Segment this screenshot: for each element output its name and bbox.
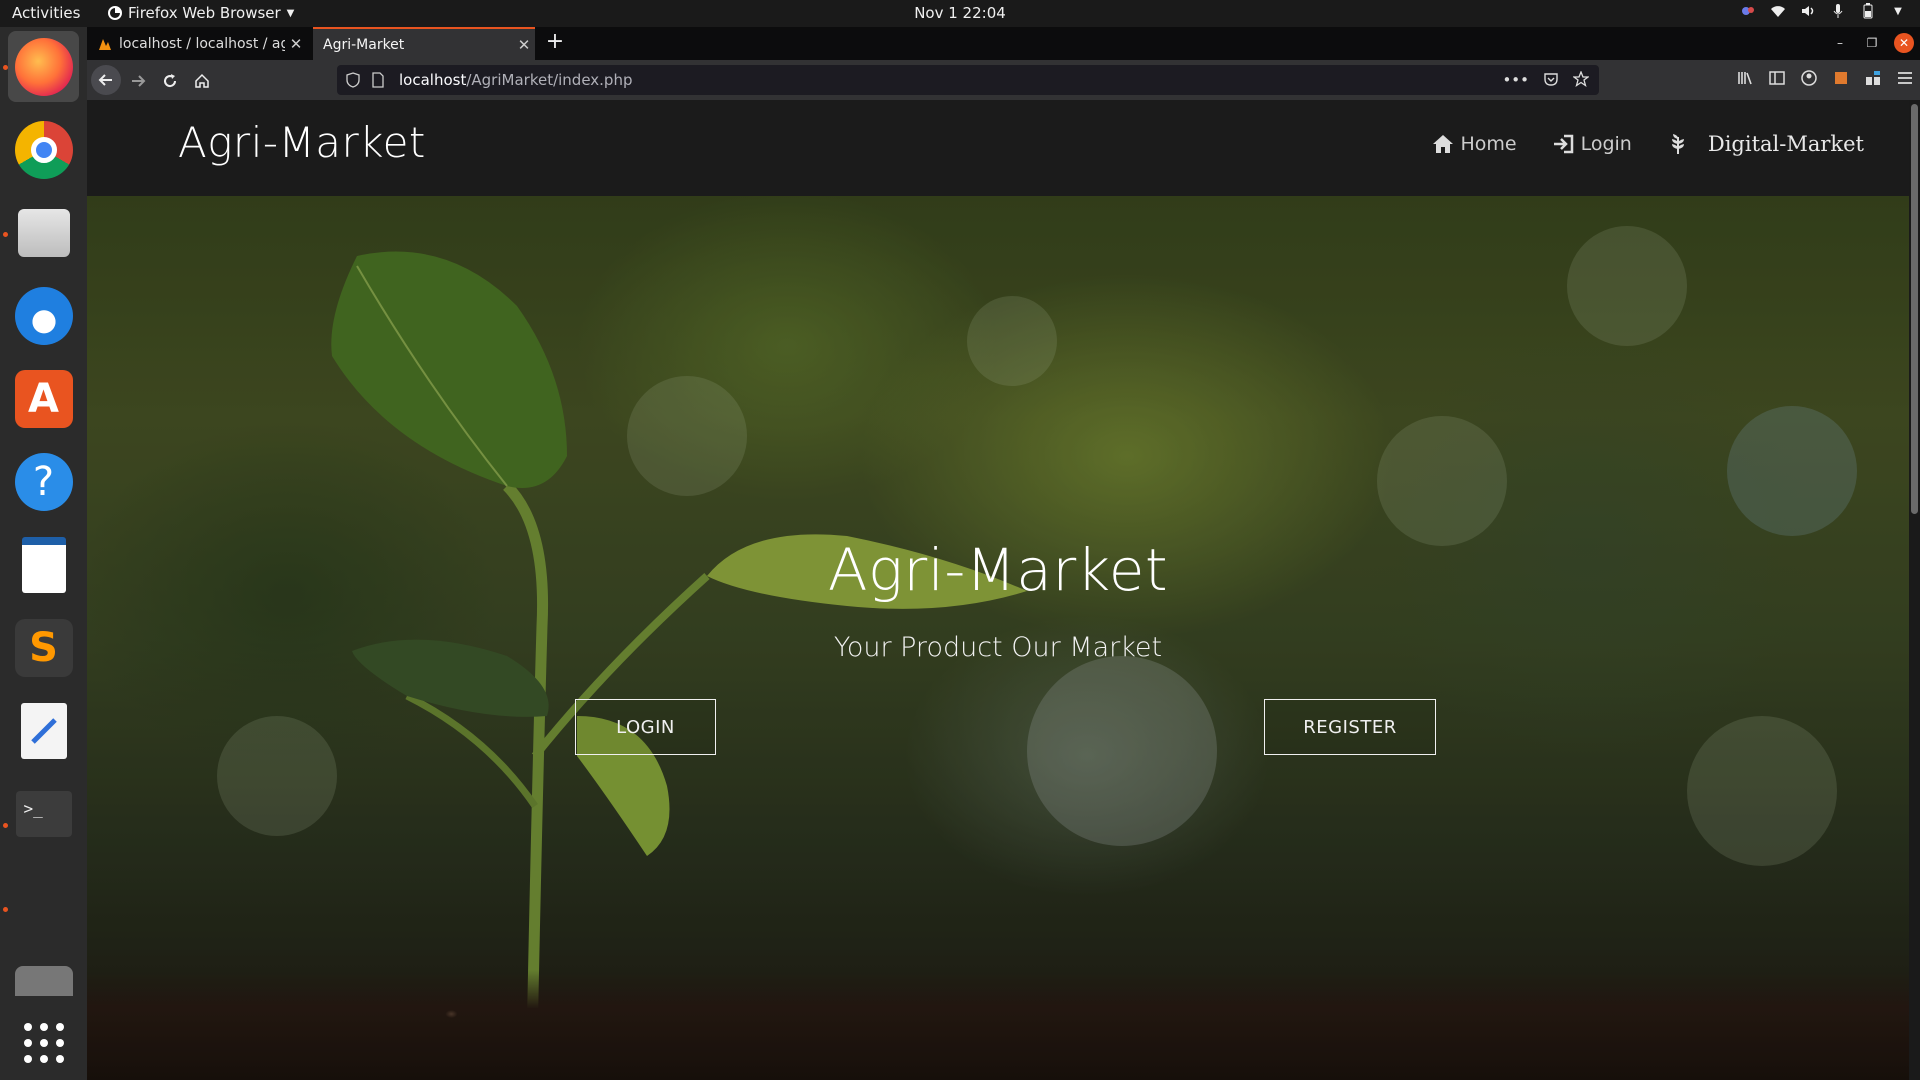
terminal-icon: >_	[15, 790, 72, 837]
login-button[interactable]: LOGIN	[575, 699, 716, 755]
page-viewport: Agri-Market Home Login Digital-Market Ag…	[87, 100, 1920, 1080]
app-grid-icon	[23, 1022, 64, 1063]
dock: A ? S >_	[0, 27, 87, 1080]
scrollbar-thumb[interactable]	[1911, 104, 1918, 514]
nav-login-label: Login	[1580, 133, 1632, 155]
minimize-icon[interactable]: –	[1830, 33, 1850, 53]
close-tab-icon[interactable]: ✕	[513, 36, 535, 54]
hero-subtitle: Your Product Our Market	[833, 632, 1163, 663]
battery-icon[interactable]	[1860, 3, 1876, 19]
extensions-puzzle-icon[interactable]	[1864, 69, 1882, 87]
extension-icon[interactable]	[1832, 69, 1850, 87]
running-indicator	[3, 232, 8, 237]
dock-libreoffice-impress[interactable]	[8, 529, 79, 600]
running-indicator	[3, 65, 8, 70]
dock-chrome[interactable]	[8, 114, 79, 185]
reload-button[interactable]	[156, 67, 184, 95]
back-button[interactable]	[91, 65, 121, 95]
dock-help[interactable]: ?	[8, 446, 79, 517]
app-menu-label: Firefox Web Browser	[128, 4, 281, 22]
dock-files[interactable]	[8, 197, 79, 268]
close-window-icon[interactable]: ✕	[1894, 33, 1914, 53]
system-menu-chevron-icon[interactable]: ▼	[1890, 3, 1906, 19]
hero-section: Agri-Market Your Product Our Market LOGI…	[87, 196, 1909, 1080]
tab-bar: localhost / localhost / ag ✕ Agri-Market…	[87, 27, 1920, 60]
nav-digital-market-label: Digital-Market	[1707, 132, 1864, 156]
help-icon: ?	[14, 452, 73, 511]
files-icon	[17, 208, 70, 257]
reload-icon	[164, 74, 177, 88]
new-tab-button[interactable]: +	[543, 31, 567, 55]
chrome-icon	[14, 120, 73, 179]
dock-thunderbird[interactable]	[8, 280, 79, 351]
login-icon	[1553, 134, 1573, 154]
dock-text-editor[interactable]	[8, 695, 79, 766]
nav-home-label: Home	[1460, 133, 1517, 155]
arrow-left-icon	[98, 74, 112, 86]
sidebar-icon[interactable]	[1768, 69, 1786, 87]
wifi-icon[interactable]	[1770, 3, 1786, 19]
url-bar[interactable]: localhost/AgriMarket/index.php •••	[337, 65, 1599, 95]
dock-terminal[interactable]: >_	[8, 778, 79, 849]
account-icon[interactable]	[1800, 69, 1818, 87]
nav-digital-market-link[interactable]: Digital-Market	[1668, 132, 1864, 156]
forward-button[interactable]	[124, 67, 152, 95]
phpmyadmin-favicon-icon	[99, 38, 111, 50]
url-path: /AgriMarket/index.php	[466, 71, 633, 89]
site-brand[interactable]: Agri-Market	[178, 118, 426, 167]
hero-title: Agri-Market	[827, 536, 1169, 604]
nav-login-link[interactable]: Login	[1553, 133, 1632, 155]
running-indicator	[3, 823, 8, 828]
library-icon[interactable]	[1736, 69, 1754, 87]
home-icon	[195, 73, 209, 88]
chevron-down-icon: ▼	[286, 7, 295, 19]
wheat-icon	[1671, 134, 1684, 154]
software-bag-icon: A	[14, 369, 73, 428]
shield-icon[interactable]	[345, 72, 365, 88]
presentation-document-icon	[21, 536, 66, 593]
tab-title: Agri-Market	[323, 36, 405, 53]
dock-sublime-text[interactable]: S	[8, 612, 79, 683]
restore-icon[interactable]: ❐	[1862, 33, 1882, 53]
dock-ubuntu-software[interactable]: A	[8, 363, 79, 434]
clock[interactable]: Nov 1 22:04	[914, 4, 1006, 22]
app-menu[interactable]: Firefox Web Browser ▼	[108, 4, 294, 22]
nav-home-link[interactable]: Home	[1432, 133, 1517, 155]
running-indicator	[3, 907, 8, 912]
volume-icon[interactable]	[1800, 3, 1816, 19]
text-editor-icon	[20, 702, 67, 759]
microphone-icon[interactable]	[1830, 3, 1846, 19]
site-menu: Home Login Digital-Market	[1432, 132, 1864, 156]
page-scrollbar[interactable]	[1909, 100, 1920, 1080]
arrow-right-icon	[132, 75, 146, 87]
tab-phpmyadmin[interactable]: localhost / localhost / ag ✕	[87, 27, 307, 60]
camera-icon	[14, 966, 73, 996]
firefox-small-icon	[108, 6, 122, 20]
tab-agri-market[interactable]: Agri-Market ✕	[313, 27, 535, 60]
bookmark-star-icon[interactable]	[1573, 71, 1589, 87]
close-tab-icon[interactable]: ✕	[285, 35, 307, 53]
firefox-icon	[14, 37, 73, 96]
sublime-text-icon: S	[14, 618, 73, 677]
firefox-window: localhost / localhost / ag ✕ Agri-Market…	[87, 27, 1920, 1080]
pocket-icon[interactable]	[1543, 71, 1559, 87]
activities-button[interactable]: Activities	[12, 4, 80, 22]
show-applications-button[interactable]	[8, 1007, 79, 1078]
navigation-toolbar: localhost/AgriMarket/index.php •••	[87, 60, 1920, 100]
home-icon	[1433, 135, 1454, 153]
url-host: localhost	[399, 71, 467, 89]
page-actions-icon[interactable]: •••	[1502, 71, 1529, 89]
url-text[interactable]: localhost/AgriMarket/index.php	[399, 71, 1502, 89]
notification-icon[interactable]	[1740, 3, 1756, 19]
site-navbar: Agri-Market Home Login Digital-Market	[87, 100, 1909, 196]
dock-screenshot[interactable]	[8, 961, 79, 1001]
home-button[interactable]	[188, 67, 216, 95]
thunderbird-icon	[14, 286, 73, 345]
tab-title: localhost / localhost / ag	[119, 35, 285, 52]
hamburger-menu-icon[interactable]	[1896, 69, 1914, 87]
page-info-icon[interactable]	[371, 72, 391, 88]
register-button[interactable]: REGISTER	[1264, 699, 1436, 755]
dock-firefox[interactable]	[8, 31, 79, 102]
system-top-bar: Activities Firefox Web Browser ▼ Nov 1 2…	[0, 0, 1920, 27]
